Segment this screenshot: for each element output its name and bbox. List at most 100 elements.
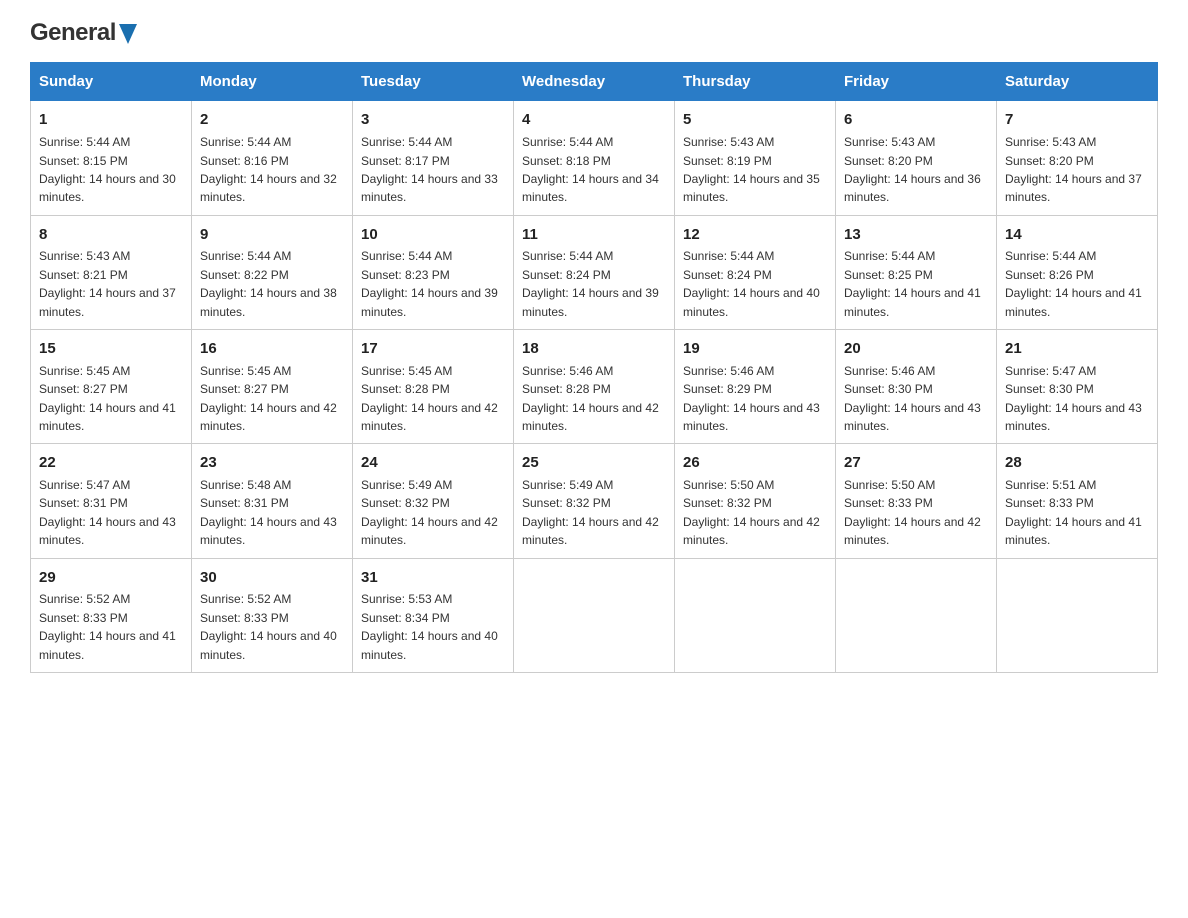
- day-number: 25: [522, 452, 666, 474]
- day-info: Sunrise: 5:53 AMSunset: 8:34 PMDaylight:…: [361, 592, 498, 661]
- day-number: 5: [683, 109, 827, 131]
- calendar-week-row: 8 Sunrise: 5:43 AMSunset: 8:21 PMDaylight…: [31, 215, 1158, 329]
- calendar-cell: 21Sunrise: 5:47 AMSunset: 8:30 PMDayligh…: [997, 330, 1158, 444]
- calendar-cell: 23 Sunrise: 5:48 AMSunset: 8:31 PMDayligh…: [192, 444, 353, 558]
- day-info: Sunrise: 5:43 AMSunset: 8:21 PMDaylight:…: [39, 249, 176, 318]
- weekday-header-tuesday: Tuesday: [353, 63, 514, 101]
- day-number: 6: [844, 109, 988, 131]
- day-number: 10: [361, 224, 505, 246]
- calendar-cell: 1 Sunrise: 5:44 AMSunset: 8:15 PMDaylight…: [31, 101, 192, 215]
- calendar-cell: [514, 558, 675, 672]
- day-number: 12: [683, 224, 827, 246]
- day-number: 31: [361, 567, 505, 589]
- logo-line1: General: [30, 20, 137, 46]
- calendar-cell: 31 Sunrise: 5:53 AMSunset: 8:34 PMDayligh…: [353, 558, 514, 672]
- day-info: Sunrise: 5:46 AMSunset: 8:29 PMDaylight:…: [683, 364, 820, 433]
- calendar-cell: 7 Sunrise: 5:43 AMSunset: 8:20 PMDaylight…: [997, 101, 1158, 215]
- calendar-cell: 12 Sunrise: 5:44 AMSunset: 8:24 PMDayligh…: [675, 215, 836, 329]
- weekday-header-friday: Friday: [836, 63, 997, 101]
- logo-arrow-icon: [119, 24, 137, 44]
- day-number: 28: [1005, 452, 1149, 474]
- day-number: 27: [844, 452, 988, 474]
- calendar-cell: 17 Sunrise: 5:45 AMSunset: 8:28 PMDayligh…: [353, 330, 514, 444]
- day-info: Sunrise: 5:44 AMSunset: 8:18 PMDaylight:…: [522, 135, 659, 204]
- day-number: 2: [200, 109, 344, 131]
- calendar-cell: 22 Sunrise: 5:47 AMSunset: 8:31 PMDayligh…: [31, 444, 192, 558]
- calendar-cell: 16Sunrise: 5:45 AMSunset: 8:27 PMDayligh…: [192, 330, 353, 444]
- day-info: Sunrise: 5:49 AMSunset: 8:32 PMDaylight:…: [522, 478, 659, 547]
- day-info: Sunrise: 5:44 AMSunset: 8:23 PMDaylight:…: [361, 249, 498, 318]
- weekday-header-monday: Monday: [192, 63, 353, 101]
- day-info: Sunrise: 5:52 AMSunset: 8:33 PMDaylight:…: [200, 592, 337, 661]
- day-number: 17: [361, 338, 505, 360]
- day-info: Sunrise: 5:44 AMSunset: 8:25 PMDaylight:…: [844, 249, 981, 318]
- day-number: 22: [39, 452, 183, 474]
- weekday-header-saturday: Saturday: [997, 63, 1158, 101]
- day-number: 21: [1005, 338, 1149, 360]
- day-info: Sunrise: 5:45 AMSunset: 8:28 PMDaylight:…: [361, 364, 498, 433]
- calendar-cell: [675, 558, 836, 672]
- calendar-cell: 26Sunrise: 5:50 AMSunset: 8:32 PMDayligh…: [675, 444, 836, 558]
- calendar-cell: 18 Sunrise: 5:46 AMSunset: 8:28 PMDayligh…: [514, 330, 675, 444]
- calendar-cell: 15 Sunrise: 5:45 AMSunset: 8:27 PMDayligh…: [31, 330, 192, 444]
- day-info: Sunrise: 5:47 AMSunset: 8:31 PMDaylight:…: [39, 478, 176, 547]
- day-number: 13: [844, 224, 988, 246]
- calendar-week-row: 1 Sunrise: 5:44 AMSunset: 8:15 PMDaylight…: [31, 101, 1158, 215]
- day-number: 14: [1005, 224, 1149, 246]
- calendar-cell: 8 Sunrise: 5:43 AMSunset: 8:21 PMDaylight…: [31, 215, 192, 329]
- weekday-header-wednesday: Wednesday: [514, 63, 675, 101]
- day-info: Sunrise: 5:44 AMSunset: 8:16 PMDaylight:…: [200, 135, 337, 204]
- day-number: 9: [200, 224, 344, 246]
- calendar-cell: 13 Sunrise: 5:44 AMSunset: 8:25 PMDayligh…: [836, 215, 997, 329]
- calendar-week-row: 22 Sunrise: 5:47 AMSunset: 8:31 PMDayligh…: [31, 444, 1158, 558]
- calendar-cell: 24 Sunrise: 5:49 AMSunset: 8:32 PMDayligh…: [353, 444, 514, 558]
- calendar-cell: 10 Sunrise: 5:44 AMSunset: 8:23 PMDayligh…: [353, 215, 514, 329]
- day-info: Sunrise: 5:48 AMSunset: 8:31 PMDaylight:…: [200, 478, 337, 547]
- calendar-cell: 2 Sunrise: 5:44 AMSunset: 8:16 PMDaylight…: [192, 101, 353, 215]
- calendar-week-row: 29 Sunrise: 5:52 AMSunset: 8:33 PMDayligh…: [31, 558, 1158, 672]
- day-info: Sunrise: 5:50 AMSunset: 8:32 PMDaylight:…: [683, 478, 820, 547]
- day-number: 23: [200, 452, 344, 474]
- day-number: 11: [522, 224, 666, 246]
- day-number: 15: [39, 338, 183, 360]
- day-number: 7: [1005, 109, 1149, 131]
- day-number: 3: [361, 109, 505, 131]
- day-info: Sunrise: 5:52 AMSunset: 8:33 PMDaylight:…: [39, 592, 176, 661]
- day-number: 19: [683, 338, 827, 360]
- page-header: General: [30, 20, 1158, 46]
- day-number: 4: [522, 109, 666, 131]
- day-info: Sunrise: 5:43 AMSunset: 8:20 PMDaylight:…: [844, 135, 981, 204]
- calendar-cell: 30Sunrise: 5:52 AMSunset: 8:33 PMDayligh…: [192, 558, 353, 672]
- day-info: Sunrise: 5:44 AMSunset: 8:24 PMDaylight:…: [522, 249, 659, 318]
- day-info: Sunrise: 5:44 AMSunset: 8:22 PMDaylight:…: [200, 249, 337, 318]
- day-number: 20: [844, 338, 988, 360]
- calendar-cell: [836, 558, 997, 672]
- day-info: Sunrise: 5:44 AMSunset: 8:15 PMDaylight:…: [39, 135, 176, 204]
- calendar-cell: 27 Sunrise: 5:50 AMSunset: 8:33 PMDayligh…: [836, 444, 997, 558]
- calendar-cell: [997, 558, 1158, 672]
- day-number: 24: [361, 452, 505, 474]
- weekday-header-thursday: Thursday: [675, 63, 836, 101]
- day-info: Sunrise: 5:49 AMSunset: 8:32 PMDaylight:…: [361, 478, 498, 547]
- calendar-cell: 9 Sunrise: 5:44 AMSunset: 8:22 PMDaylight…: [192, 215, 353, 329]
- calendar-cell: 29 Sunrise: 5:52 AMSunset: 8:33 PMDayligh…: [31, 558, 192, 672]
- day-info: Sunrise: 5:44 AMSunset: 8:24 PMDaylight:…: [683, 249, 820, 318]
- day-info: Sunrise: 5:45 AMSunset: 8:27 PMDaylight:…: [39, 364, 176, 433]
- day-number: 1: [39, 109, 183, 131]
- weekday-header-sunday: Sunday: [31, 63, 192, 101]
- day-info: Sunrise: 5:43 AMSunset: 8:20 PMDaylight:…: [1005, 135, 1142, 204]
- day-number: 18: [522, 338, 666, 360]
- calendar-week-row: 15 Sunrise: 5:45 AMSunset: 8:27 PMDayligh…: [31, 330, 1158, 444]
- day-info: Sunrise: 5:51 AMSunset: 8:33 PMDaylight:…: [1005, 478, 1142, 547]
- day-info: Sunrise: 5:50 AMSunset: 8:33 PMDaylight:…: [844, 478, 981, 547]
- day-number: 8: [39, 224, 183, 246]
- day-info: Sunrise: 5:43 AMSunset: 8:19 PMDaylight:…: [683, 135, 820, 204]
- day-info: Sunrise: 5:46 AMSunset: 8:28 PMDaylight:…: [522, 364, 659, 433]
- day-number: 29: [39, 567, 183, 589]
- day-info: Sunrise: 5:46 AMSunset: 8:30 PMDaylight:…: [844, 364, 981, 433]
- calendar-cell: 20 Sunrise: 5:46 AMSunset: 8:30 PMDayligh…: [836, 330, 997, 444]
- calendar-table: SundayMondayTuesdayWednesdayThursdayFrid…: [30, 62, 1158, 673]
- calendar-cell: 4 Sunrise: 5:44 AMSunset: 8:18 PMDaylight…: [514, 101, 675, 215]
- day-info: Sunrise: 5:44 AMSunset: 8:26 PMDaylight:…: [1005, 249, 1142, 318]
- calendar-cell: 5 Sunrise: 5:43 AMSunset: 8:19 PMDaylight…: [675, 101, 836, 215]
